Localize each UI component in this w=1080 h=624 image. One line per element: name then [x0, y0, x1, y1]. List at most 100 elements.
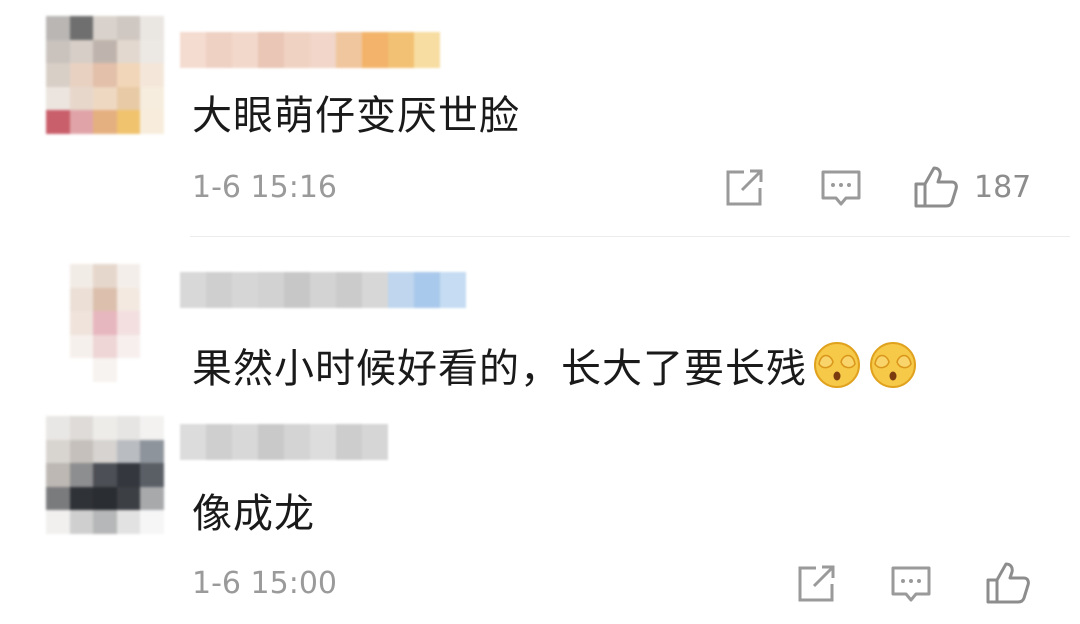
- avatar-pixel: [93, 16, 117, 40]
- covering-eyes-emoji: [811, 338, 863, 390]
- avatar-pixel: [93, 416, 117, 440]
- username-pixel: [180, 424, 206, 460]
- avatar[interactable]: [46, 16, 164, 134]
- avatar-pixel: [46, 439, 70, 464]
- avatar-pixel: [46, 63, 70, 87]
- username-pixel: [258, 424, 284, 460]
- username-pixel: [336, 424, 362, 460]
- avatar-pixel: [116, 110, 141, 134]
- avatar-pixel: [116, 439, 141, 464]
- username-pixel: [284, 272, 310, 308]
- like-count: 187: [974, 170, 1032, 205]
- username-pixel: [180, 32, 206, 68]
- avatar-pixel: [116, 358, 141, 382]
- avatar-pixel: [69, 486, 94, 511]
- avatar-pixel: [116, 416, 141, 440]
- avatar-pixel: [116, 287, 141, 312]
- avatar-pixel: [140, 358, 164, 382]
- avatar-pixel: [140, 264, 164, 288]
- avatar-pixel: [69, 358, 94, 382]
- avatar-pixel: [116, 486, 141, 511]
- avatar-pixel: [69, 311, 94, 335]
- comment-icon[interactable]: [890, 564, 932, 606]
- avatar-pixel: [69, 334, 94, 359]
- avatar-pixel: [140, 463, 164, 487]
- avatar-pixel: [93, 486, 117, 511]
- avatar-pixel: [69, 110, 94, 134]
- avatar-pixel: [69, 510, 94, 534]
- username-pixel: [362, 32, 388, 68]
- thumbs-up-icon[interactable]: [912, 164, 960, 210]
- username-blurred[interactable]: [180, 268, 466, 312]
- avatar-pixel: [140, 63, 164, 87]
- avatar[interactable]: [46, 416, 164, 534]
- username-pixel: [180, 272, 206, 308]
- avatar-pixel: [69, 39, 94, 64]
- share-icon[interactable]: [724, 168, 766, 208]
- avatar-pixel: [46, 334, 70, 359]
- avatar-pixel: [140, 416, 164, 440]
- avatar-pixel: [93, 311, 117, 335]
- avatar-pixel: [93, 63, 117, 87]
- thumbs-up-icon[interactable]: [984, 560, 1032, 606]
- avatar-pixel: [46, 416, 70, 440]
- avatar-pixel: [93, 39, 117, 64]
- avatar-pixel: [69, 86, 94, 111]
- username-pixel: [362, 424, 388, 460]
- avatar-pixel: [93, 110, 117, 134]
- share-icon[interactable]: [796, 564, 838, 604]
- avatar-pixel: [46, 311, 70, 335]
- avatar-pixel: [69, 439, 94, 464]
- avatar-pixel: [93, 264, 117, 288]
- username-pixel: [336, 32, 362, 68]
- username-pixel: [440, 272, 466, 308]
- username-pixel: [310, 32, 336, 68]
- username-blurred[interactable]: [180, 28, 440, 72]
- avatar-pixel: [93, 287, 117, 312]
- avatar-pixel: [69, 16, 94, 40]
- username-pixel: [284, 32, 310, 68]
- username-pixel: [336, 272, 362, 308]
- avatar-pixel: [93, 334, 117, 359]
- avatar-pixel: [46, 510, 70, 534]
- username-pixel: [206, 272, 232, 308]
- avatar-pixel: [140, 39, 164, 64]
- avatar[interactable]: [46, 264, 164, 382]
- username-pixel: [284, 424, 310, 460]
- avatar-pixel: [93, 439, 117, 464]
- comment-text-content: 果然小时候好看的，长大了要长残: [192, 346, 807, 392]
- avatar-pixel: [46, 110, 70, 134]
- username-pixel: [206, 32, 232, 68]
- avatar-pixel: [140, 110, 164, 134]
- username-pixel: [310, 272, 336, 308]
- avatar-pixel: [116, 86, 141, 111]
- avatar-pixel: [116, 463, 141, 487]
- comment-timestamp: 1-6 15:00: [192, 566, 337, 601]
- comment-icon[interactable]: [820, 168, 862, 210]
- avatar-pixel: [140, 510, 164, 534]
- avatar-pixel: [46, 463, 70, 487]
- username-pixel: [206, 424, 232, 460]
- avatar-pixel: [46, 264, 70, 288]
- avatar-pixel: [69, 63, 94, 87]
- avatar-pixel: [46, 486, 70, 511]
- comment-text: 像成龙: [192, 491, 315, 537]
- avatar-pixel: [116, 311, 141, 335]
- username-pixel: [232, 424, 258, 460]
- avatar-pixel: [116, 264, 141, 288]
- avatar-pixel: [93, 510, 117, 534]
- avatar-pixel: [140, 486, 164, 511]
- username-blurred[interactable]: [180, 420, 388, 464]
- username-pixel: [388, 32, 414, 68]
- avatar-pixel: [69, 416, 94, 440]
- avatar-pixel: [46, 287, 70, 312]
- avatar-pixel: [140, 16, 164, 40]
- avatar-pixel: [46, 86, 70, 111]
- avatar-pixel: [93, 463, 117, 487]
- username-pixel: [414, 32, 440, 68]
- username-pixel: [388, 272, 414, 308]
- covering-eyes-emoji: [867, 338, 919, 390]
- avatar-pixel: [69, 264, 94, 288]
- comment-item: 大眼萌仔变厌世脸 1-6 15:16 187: [0, 0, 1080, 236]
- comment-item: 像成龙 1-6 15:00: [0, 406, 1080, 624]
